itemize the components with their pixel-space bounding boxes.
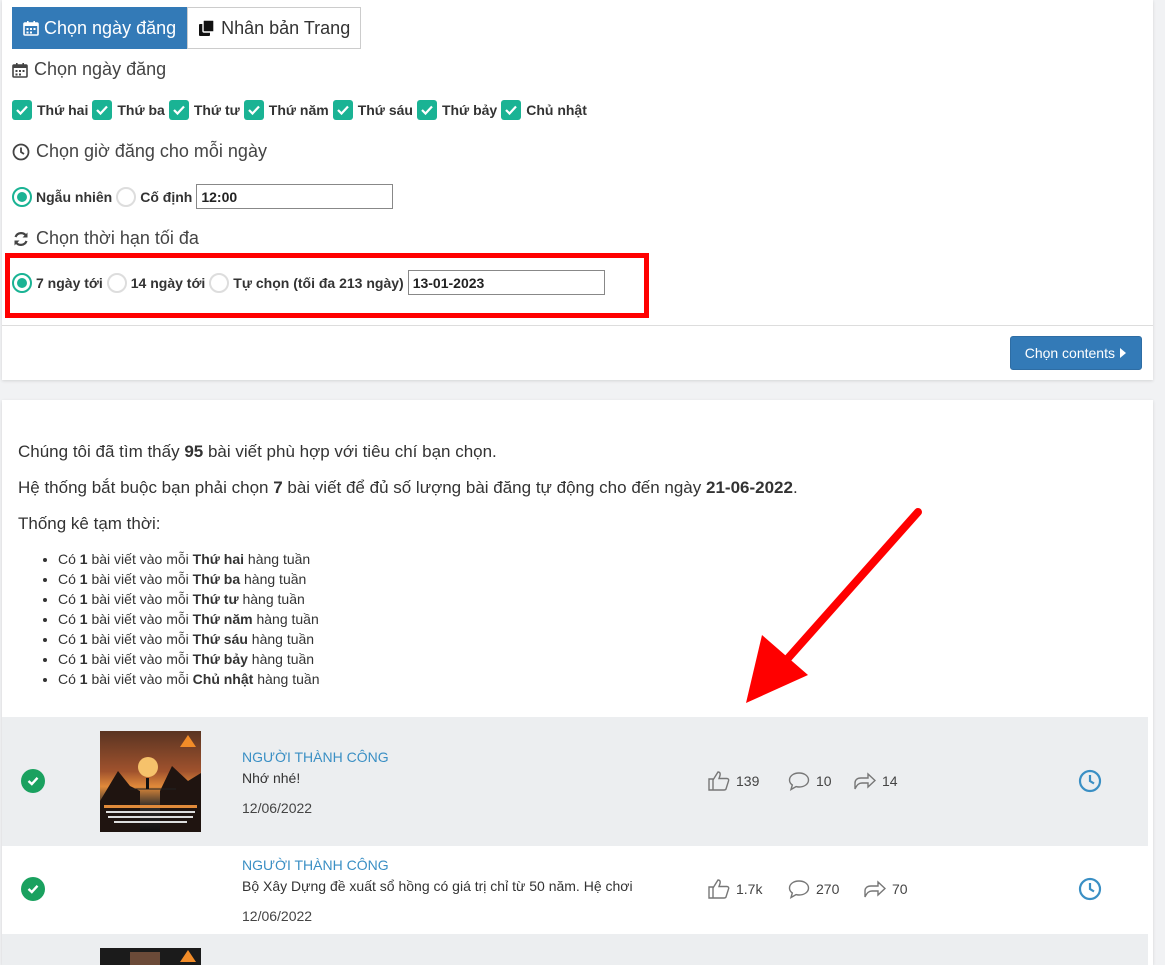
- checkmark-icon[interactable]: [92, 100, 113, 120]
- caret-right-icon: [1120, 348, 1126, 358]
- fixed-time-input[interactable]: [196, 184, 394, 209]
- tab-label: Nhân bản Trang: [221, 17, 351, 38]
- table-row[interactable]: NGƯỜI THÀNH CÔNG Bộ Xây Dựng đề xuất sổ …: [2, 846, 1148, 934]
- day-checkbox-thu[interactable]: Thứ năm: [243, 100, 329, 120]
- stats-list: Có 1 bài viết vào mỗi Thứ hai hàng tuần …: [40, 549, 319, 689]
- divider: [2, 325, 1153, 326]
- checkmark-icon[interactable]: [243, 100, 264, 120]
- schedule-clock-icon[interactable]: [1078, 769, 1102, 793]
- day-section-title: Chọn ngày đăng: [12, 59, 166, 80]
- day-checkbox-wed[interactable]: Thứ tư: [168, 100, 240, 120]
- tab-bar: Chọn ngày đăng Nhân bản Trang: [12, 7, 362, 49]
- day-checkboxes: Thứ hai Thứ ba Thứ tư Thứ năm Thứ sáu Th…: [12, 100, 591, 120]
- post-thumbnail: [100, 948, 201, 965]
- schedule-panel: Chọn ngày đăng Nhân bản Trang Chọn ngày …: [2, 0, 1153, 380]
- checkmark-icon[interactable]: [416, 100, 437, 120]
- likes-metric: 139: [708, 771, 759, 791]
- list-item: Có 1 bài viết vào mỗi Chủ nhật hàng tuần: [58, 669, 319, 689]
- checkmark-icon[interactable]: [12, 100, 32, 120]
- radio-fixed-time[interactable]: [116, 186, 137, 207]
- post-text: Nhớ nhé!: [242, 770, 301, 786]
- checkmark-icon[interactable]: [332, 100, 353, 120]
- annotation-arrow: [746, 508, 922, 703]
- day-checkbox-sun[interactable]: Chủ nhật: [501, 100, 587, 120]
- list-item: Có 1 bài viết vào mỗi Thứ năm hàng tuần: [58, 609, 319, 629]
- time-section-title: Chọn giờ đăng cho mỗi ngày: [12, 141, 267, 162]
- list-item: Có 1 bài viết vào mỗi Thứ hai hàng tuần: [58, 549, 319, 569]
- tab-clone-page[interactable]: Nhân bản Trang: [187, 7, 362, 49]
- selected-check-icon[interactable]: [21, 769, 45, 793]
- checkmark-icon[interactable]: [168, 100, 189, 120]
- calendar-icon: [12, 62, 28, 78]
- comments-metric: 270: [788, 879, 839, 899]
- table-row[interactable]: [2, 934, 1148, 965]
- comments-metric: 10: [788, 771, 832, 791]
- page-name-link[interactable]: NGƯỜI THÀNH CÔNG: [242, 749, 389, 765]
- range-section-title: Chọn thời hạn tối đa: [12, 228, 199, 249]
- clock-icon: [12, 143, 30, 160]
- summary-required: Hệ thống bắt buộc bạn phải chọn 7 bài vi…: [18, 478, 798, 497]
- thumbs-up-icon: [708, 879, 730, 899]
- day-checkbox-sat[interactable]: Thứ bảy: [416, 100, 497, 120]
- post-text: Bộ Xây Dựng đề xuất sổ hồng có giá trị c…: [242, 878, 633, 894]
- day-checkbox-mon[interactable]: Thứ hai: [12, 100, 88, 120]
- post-thumbnail: [100, 731, 201, 832]
- post-date: 12/06/2022: [242, 908, 313, 924]
- likes-metric: 1.7k: [708, 879, 762, 899]
- schedule-clock-icon[interactable]: [1078, 877, 1102, 901]
- stats-title: Thống kê tạm thời:: [18, 514, 161, 533]
- shares-metric: 14: [854, 771, 898, 791]
- thumbnail-image: [100, 948, 201, 965]
- copy-icon: [199, 19, 215, 36]
- tab-label: Chọn ngày đăng: [44, 17, 177, 38]
- shares-metric: 70: [864, 879, 908, 899]
- choose-contents-button[interactable]: Chọn contents: [1009, 336, 1142, 370]
- page-name-link[interactable]: NGƯỜI THÀNH CÔNG: [242, 857, 389, 873]
- table-row[interactable]: NGƯỜI THÀNH CÔNG Nhớ nhé! 12/06/2022 139…: [2, 717, 1148, 846]
- checkmark-icon[interactable]: [501, 100, 522, 120]
- annotation-highlight-box: [5, 253, 649, 318]
- thumbnail-image: [100, 735, 201, 832]
- day-checkbox-fri[interactable]: Thứ sáu: [332, 100, 413, 120]
- comment-icon: [788, 880, 810, 899]
- selected-check-icon[interactable]: [21, 877, 45, 901]
- list-item: Có 1 bài viết vào mỗi Thứ sáu hàng tuần: [58, 629, 319, 649]
- calendar-icon: [23, 21, 39, 36]
- radio-random-time[interactable]: [12, 186, 32, 207]
- list-item: Có 1 bài viết vào mỗi Thứ bảy hàng tuần: [58, 649, 319, 669]
- list-item: Có 1 bài viết vào mỗi Thứ tư hàng tuần: [58, 589, 319, 609]
- comment-icon: [788, 772, 810, 791]
- refresh-icon: [14, 231, 28, 246]
- share-icon: [854, 772, 876, 790]
- summary-found: Chúng tôi đã tìm thấy 95 bài viết phù hợ…: [18, 442, 497, 461]
- day-checkbox-tue[interactable]: Thứ ba: [92, 100, 165, 120]
- tab-choose-date[interactable]: Chọn ngày đăng: [12, 7, 188, 49]
- share-icon: [864, 880, 886, 898]
- list-item: Có 1 bài viết vào mỗi Thứ ba hàng tuần: [58, 569, 319, 589]
- results-panel: Chúng tôi đã tìm thấy 95 bài viết phù hợ…: [2, 400, 1153, 965]
- post-date: 12/06/2022: [242, 800, 313, 816]
- thumbs-up-icon: [708, 771, 730, 791]
- time-options: Ngẫu nhiên Cố định: [12, 184, 394, 209]
